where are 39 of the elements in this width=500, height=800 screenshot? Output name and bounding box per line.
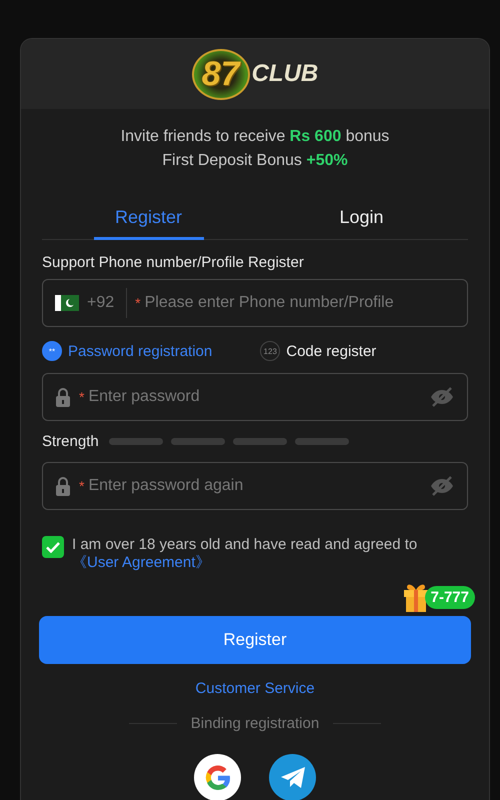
phone-field[interactable]: +92 * Please enter Phone number/Profile (42, 279, 468, 327)
tab[interactable]: Login (255, 195, 468, 239)
required-mark: * (135, 295, 141, 311)
required-mark: * (79, 478, 84, 494)
paper-plane-icon (280, 766, 306, 790)
brand-logo: 87 CLUB (192, 48, 318, 100)
agreement-text: I am over 18 years old and have read and agreed to 《User Agreement》 (72, 536, 418, 572)
required-mark: * (79, 389, 84, 405)
check-icon (46, 542, 60, 552)
binding-label: Binding registration (190, 715, 320, 732)
google-login-button[interactable] (194, 754, 241, 800)
register-button[interactable]: Register (39, 616, 471, 664)
password-input[interactable]: Enter password (86, 387, 421, 407)
lock-icon (55, 476, 71, 496)
dots-icon: ** (42, 341, 62, 361)
strength-bar (232, 438, 287, 445)
promo-text: First Deposit Bonus +50% (161, 151, 349, 171)
strength-label: Strength (42, 433, 99, 450)
strength-bar (294, 438, 349, 445)
registration-option[interactable]: ** Password registration (42, 341, 212, 361)
country-code[interactable]: +92 (87, 288, 128, 318)
bonus-badge: 7-777 (424, 586, 475, 608)
registration-option[interactable]: 123 Code register (260, 341, 376, 361)
field-label: Support Phone number/Profile Register (42, 254, 305, 271)
confirm-password-field[interactable]: * Enter password again (42, 462, 468, 510)
number-icon: 123 (260, 341, 280, 361)
promo-text: Invite friends to receive Rs 600 bonus (120, 127, 390, 147)
password-input[interactable]: Enter password again (86, 476, 421, 496)
flag-icon (55, 295, 79, 311)
lock-icon (55, 387, 71, 407)
customer-service-link[interactable]: Customer Service (42, 680, 468, 697)
tab[interactable]: Register (42, 195, 255, 239)
agreement-checkbox[interactable] (42, 536, 64, 558)
telegram-login-button[interactable] (269, 754, 316, 800)
user-agreement-link[interactable]: 《User Agreement》 (72, 554, 210, 571)
password-field[interactable]: * Enter password (42, 373, 468, 421)
phone-input[interactable]: Please enter Phone number/Profile (142, 293, 455, 313)
strength-bar (170, 438, 225, 445)
strength-bar (108, 438, 163, 445)
